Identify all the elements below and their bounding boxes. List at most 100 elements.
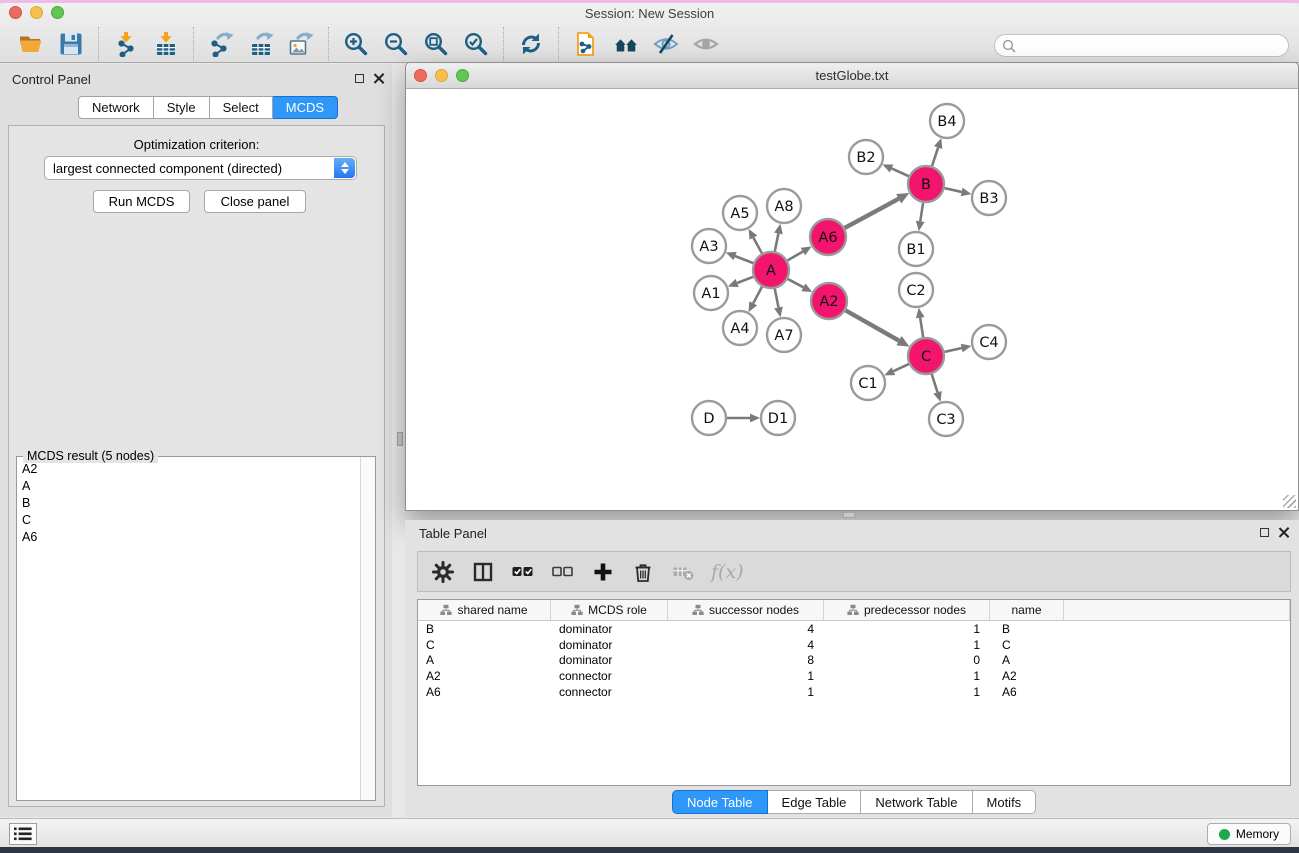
show-all-icon[interactable]	[692, 30, 720, 58]
tab-edge-table[interactable]: Edge Table	[768, 790, 862, 814]
edge-C-C2[interactable]	[916, 308, 925, 337]
edge-B-B3[interactable]	[945, 188, 972, 197]
column-header-name[interactable]: name	[990, 600, 1064, 620]
export-network-icon[interactable]	[207, 30, 235, 58]
edge-C-C4[interactable]	[945, 344, 972, 353]
edge-A-A6[interactable]	[787, 247, 811, 261]
graph-node-C[interactable]: C	[908, 338, 944, 374]
graph-node-D[interactable]: D	[692, 401, 726, 435]
tab-style[interactable]: Style	[154, 96, 210, 119]
table-row[interactable]: Cdominator41C	[418, 637, 1290, 653]
graph-node-C3[interactable]: C3	[929, 402, 963, 436]
result-list-item[interactable]: A6	[17, 528, 360, 545]
float-table-panel-icon[interactable]	[1260, 528, 1269, 537]
tab-motifs[interactable]: Motifs	[973, 790, 1037, 814]
edge-B-B1[interactable]	[916, 203, 925, 231]
graph-node-C4[interactable]: C4	[972, 325, 1006, 359]
edge-A2-C[interactable]	[846, 310, 910, 346]
create-column-icon[interactable]	[591, 560, 615, 584]
graph-node-B4[interactable]: B4	[930, 104, 964, 138]
table-splitter-handle[interactable]	[843, 512, 855, 518]
hide-selected-icon[interactable]	[652, 30, 680, 58]
edge-A6-B[interactable]	[845, 193, 910, 228]
column-layout-icon[interactable]	[471, 560, 495, 584]
network-window-titlebar[interactable]: testGlobe.txt	[406, 63, 1298, 89]
search-field[interactable]	[994, 34, 1289, 57]
window-resize-grip[interactable]	[1283, 495, 1296, 508]
edge-B-B2[interactable]	[882, 164, 908, 176]
graph-node-A7[interactable]: A7	[767, 318, 801, 352]
first-neighbors-icon[interactable]	[612, 30, 640, 58]
graph-node-C1[interactable]: C1	[851, 366, 885, 400]
close-table-panel-icon[interactable]	[1278, 527, 1289, 538]
edge-A-A2[interactable]	[788, 279, 812, 292]
graph-node-B3[interactable]: B3	[972, 181, 1006, 215]
table-row[interactable]: Bdominator41B	[418, 621, 1290, 637]
zoom-selected-icon[interactable]	[462, 30, 490, 58]
result-list-item[interactable]: B	[17, 494, 360, 511]
import-table-icon[interactable]	[152, 30, 180, 58]
run-mcds-button[interactable]: Run MCDS	[93, 190, 190, 213]
column-header-shared-name[interactable]: shared name	[418, 600, 551, 620]
memory-button[interactable]: Memory	[1207, 823, 1291, 845]
column-header-MCDS-role[interactable]: MCDS role	[551, 600, 668, 620]
result-list-item[interactable]: C	[17, 511, 360, 528]
close-panel-icon[interactable]	[373, 73, 384, 84]
new-network-from-selection-icon[interactable]	[572, 30, 600, 58]
edge-C-C3[interactable]	[932, 374, 942, 402]
graph-node-A8[interactable]: A8	[767, 189, 801, 223]
open-session-icon[interactable]	[17, 30, 45, 58]
edge-A-A5[interactable]	[749, 229, 762, 253]
graph-node-A2[interactable]: A2	[811, 283, 847, 319]
graph-node-A1[interactable]: A1	[694, 276, 728, 310]
edge-A-A3[interactable]	[726, 252, 753, 263]
tab-network-table[interactable]: Network Table	[861, 790, 972, 814]
edge-D-D1[interactable]	[727, 414, 760, 423]
import-network-icon[interactable]	[112, 30, 140, 58]
graph-node-C2[interactable]: C2	[899, 273, 933, 307]
tab-mcds[interactable]: MCDS	[273, 96, 338, 119]
criterion-dropdown[interactable]: largest connected component (directed)	[44, 156, 357, 180]
zoom-in-icon[interactable]	[342, 30, 370, 58]
table-options-icon[interactable]	[431, 560, 455, 584]
close-panel-button[interactable]: Close panel	[204, 190, 306, 213]
edge-A-A7[interactable]	[774, 289, 783, 318]
zoom-out-icon[interactable]	[382, 30, 410, 58]
zoom-fit-icon[interactable]	[422, 30, 450, 58]
table-row[interactable]: Adominator80A	[418, 653, 1290, 669]
graph-node-B1[interactable]: B1	[899, 232, 933, 266]
result-scrollbar[interactable]	[360, 457, 375, 800]
result-list-item[interactable]: A2	[17, 460, 360, 477]
edge-A-A8[interactable]	[774, 224, 783, 252]
graph-node-B2[interactable]: B2	[849, 140, 883, 174]
search-input[interactable]	[1021, 39, 1288, 53]
tab-node-table[interactable]: Node Table	[672, 790, 768, 814]
network-graph-canvas[interactable]: B4 B2 B B3 A5 A8 A6 B1 A3 A A1 C2 A2 A4 A7 C4 C C1 C3 D D1	[406, 89, 1298, 510]
graph-node-A5[interactable]: A5	[723, 196, 757, 230]
delete-columns-icon[interactable]	[631, 560, 655, 584]
result-list-item[interactable]: A	[17, 477, 360, 494]
graph-node-A4[interactable]: A4	[723, 311, 757, 345]
save-session-icon[interactable]	[57, 30, 85, 58]
tab-select[interactable]: Select	[210, 96, 273, 119]
export-image-icon[interactable]	[287, 30, 315, 58]
graph-node-A[interactable]: A	[753, 252, 789, 288]
edge-A-A4[interactable]	[748, 287, 762, 312]
edge-C-C1[interactable]	[884, 364, 908, 375]
edge-B-B4[interactable]	[932, 138, 942, 166]
graph-node-D1[interactable]: D1	[761, 401, 795, 435]
table-row[interactable]: A6connector11A6	[418, 684, 1290, 700]
column-header-predecessor-nodes[interactable]: predecessor nodes	[824, 600, 990, 620]
float-panel-icon[interactable]	[355, 74, 364, 83]
column-header-successor-nodes[interactable]: successor nodes	[668, 600, 824, 620]
table-row[interactable]: A2connector11A2	[418, 668, 1290, 684]
export-table-icon[interactable]	[247, 30, 275, 58]
task-history-button[interactable]	[9, 823, 37, 845]
graph-node-B[interactable]: B	[908, 166, 944, 202]
select-all-icon[interactable]	[511, 560, 535, 584]
graph-node-A6[interactable]: A6	[810, 219, 846, 255]
edge-A-A1[interactable]	[728, 277, 753, 287]
tab-network[interactable]: Network	[78, 96, 154, 119]
refresh-view-icon[interactable]	[517, 30, 545, 58]
graph-node-A3[interactable]: A3	[692, 229, 726, 263]
